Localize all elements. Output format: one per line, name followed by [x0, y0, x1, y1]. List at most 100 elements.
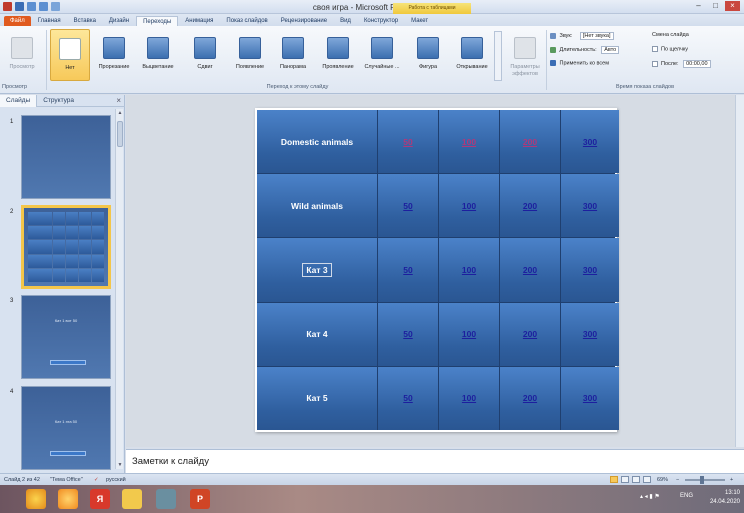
slide-thumbnail-2[interactable] — [21, 205, 111, 289]
keyboard-language[interactable]: ENG — [680, 493, 693, 499]
points-link[interactable]: 200 — [523, 201, 537, 211]
zoom-slider[interactable] — [685, 479, 725, 481]
minimize-button[interactable]: – — [691, 1, 706, 11]
slide-sorter-view-icon[interactable] — [621, 476, 629, 483]
points-link[interactable]: 50 — [403, 393, 412, 403]
category-cell[interactable]: Кат 4 — [257, 302, 377, 366]
on-click-checkbox[interactable]: По щелчку — [652, 46, 688, 52]
tab-slides[interactable]: Слайды — [0, 94, 38, 107]
normal-view-icon[interactable] — [610, 476, 618, 483]
tab-slideshow[interactable]: Показ слайдов — [220, 16, 273, 26]
advance-slide-label: Смена слайда — [652, 32, 689, 38]
tab-view[interactable]: Вид — [334, 16, 357, 26]
media-player-icon[interactable] — [156, 489, 176, 509]
points-link[interactable]: 300 — [583, 393, 597, 403]
points-link[interactable]: 300 — [583, 329, 597, 339]
close-pane-icon[interactable]: × — [116, 96, 121, 105]
reveal-transition-icon — [327, 37, 349, 59]
browser-icon[interactable] — [58, 489, 78, 509]
file-explorer-icon[interactable] — [122, 489, 142, 509]
slide-thumbnail-3[interactable]: Кат 1 вот 50 — [21, 295, 111, 379]
tab-insert[interactable]: Вставка — [68, 16, 102, 26]
editor-scrollbar[interactable] — [735, 95, 744, 447]
category-cell[interactable]: Wild animals — [257, 174, 377, 238]
theme-name[interactable]: "Тема Office" — [50, 477, 83, 483]
slides-pane-scrollbar[interactable]: ▲ ▼ — [115, 109, 123, 469]
chrome-icon[interactable] — [26, 489, 46, 509]
tab-review[interactable]: Рецензирование — [275, 16, 333, 26]
reading-view-icon[interactable] — [632, 476, 640, 483]
tab-animations[interactable]: Анимация — [179, 16, 219, 26]
points-link[interactable]: 300 — [583, 265, 597, 275]
tab-home[interactable]: Главная — [32, 16, 67, 26]
points-link[interactable]: 200 — [523, 137, 537, 147]
sound-icon — [550, 32, 556, 39]
category-cell[interactable]: Кат 3 — [257, 238, 377, 302]
tab-table-layout[interactable]: Макет — [405, 16, 434, 26]
spellcheck-icon[interactable]: ✓ — [94, 477, 99, 483]
points-link[interactable]: 100 — [462, 201, 476, 211]
points-link[interactable]: 100 — [462, 265, 476, 275]
slide-thumbnail-1[interactable] — [21, 115, 111, 199]
window-title: своя игра - Microsoft PowerPoint — [312, 3, 432, 12]
points-link[interactable]: 100 — [462, 137, 476, 147]
transition-random-bars-button[interactable]: Случайные ... — [362, 29, 402, 81]
tab-table-design[interactable]: Конструктор — [358, 16, 404, 26]
tab-transitions[interactable]: Переходы — [136, 16, 179, 26]
points-link[interactable]: 200 — [523, 393, 537, 403]
points-link[interactable]: 50 — [403, 329, 412, 339]
slideshow-view-icon[interactable] — [643, 476, 651, 483]
system-clock[interactable]: 13:10 24.04.2020 — [710, 489, 740, 507]
transition-none-button[interactable]: Нет — [50, 29, 90, 81]
apply-all-button[interactable]: Применить ко всем — [550, 60, 609, 66]
on-click-check-icon — [652, 46, 658, 52]
close-button[interactable]: × — [725, 1, 740, 11]
category-cell[interactable]: Domestic animals — [257, 110, 377, 174]
scroll-up-icon[interactable]: ▲ — [116, 110, 124, 116]
tab-outline[interactable]: Структура — [37, 95, 80, 107]
duration-spinner[interactable]: Авто — [601, 46, 620, 54]
after-checkbox[interactable] — [652, 60, 658, 67]
powerpoint-taskbar-icon[interactable]: P — [190, 489, 210, 509]
sound-dropdown[interactable]: [Нет звука] — [579, 32, 614, 40]
tab-file[interactable]: Файл — [4, 16, 31, 26]
transition-shape-button[interactable]: Фигура — [408, 29, 448, 81]
transition-reveal-button[interactable]: Проявление — [318, 29, 358, 81]
transition-uncover-button[interactable]: Открывание — [452, 29, 492, 81]
zoom-level[interactable]: 69% — [657, 477, 668, 483]
gallery-scroll-arrows[interactable] — [494, 31, 502, 81]
language-indicator[interactable]: русский — [106, 477, 126, 483]
notes-pane[interactable]: Заметки к слайду — [126, 449, 744, 473]
points-link[interactable]: 50 — [403, 265, 412, 275]
transition-push-button[interactable]: Сдвиг — [185, 29, 225, 81]
scroll-down-icon[interactable]: ▼ — [116, 462, 124, 468]
current-slide[interactable]: Domestic animals 50 100 200 300 Wild ani… — [255, 108, 619, 432]
zoom-in-icon[interactable]: + — [730, 477, 733, 483]
tray-icons[interactable]: ▴ ◂ ▮ ⚑ — [640, 493, 660, 500]
scrollbar-thumb[interactable] — [117, 121, 123, 147]
preview-button[interactable]: Просмотр — [2, 29, 42, 81]
points-link[interactable]: 200 — [523, 329, 537, 339]
points-link[interactable]: 50 — [403, 201, 412, 211]
effect-options-button[interactable]: Параметры эффектов — [505, 29, 545, 81]
after-time-spinner[interactable]: 00:00,00 — [683, 60, 711, 68]
transition-fade-button[interactable]: Выцветание — [138, 29, 178, 81]
points-link[interactable]: 200 — [523, 265, 537, 275]
jeopardy-table[interactable]: Domestic animals 50 100 200 300 Wild ani… — [257, 110, 619, 430]
tab-design[interactable]: Дизайн — [103, 16, 135, 26]
zoom-out-icon[interactable]: − — [676, 477, 679, 483]
category-cell[interactable]: Кат 5 — [257, 366, 377, 430]
slide-thumbnail-4[interactable]: Кат 1 эта 50 — [21, 386, 111, 470]
points-link[interactable]: 50 — [403, 137, 412, 147]
points-link[interactable]: 100 — [462, 329, 476, 339]
points-link[interactable]: 100 — [462, 393, 476, 403]
points-link[interactable]: 300 — [583, 201, 597, 211]
yandex-browser-icon[interactable]: Я — [90, 489, 110, 509]
transition-wipe-button[interactable]: Появление — [230, 29, 270, 81]
ribbon: Просмотр Просмотр Нет Прорезание Выцвета… — [0, 26, 744, 94]
points-link[interactable]: 300 — [583, 137, 597, 147]
maximize-button[interactable]: □ — [708, 1, 723, 11]
transition-cut-button[interactable]: Прорезание — [94, 29, 134, 81]
zoom-slider-knob[interactable] — [700, 476, 704, 484]
transition-pan-button[interactable]: Панорама — [273, 29, 313, 81]
